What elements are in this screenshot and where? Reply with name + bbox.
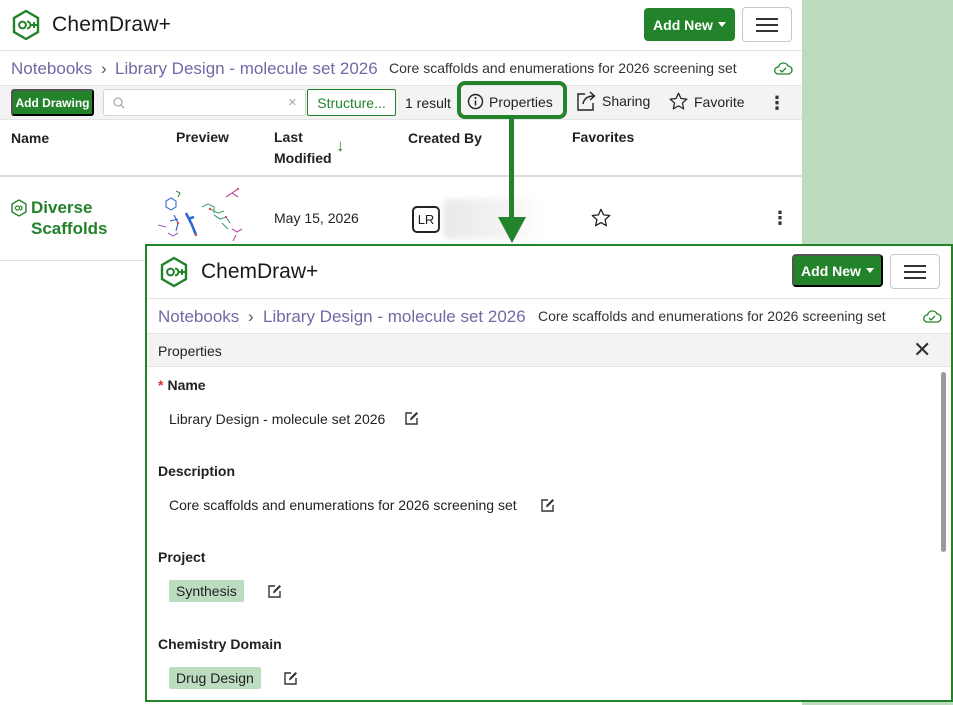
sharing-button[interactable]: Sharing	[575, 90, 650, 112]
required-marker: *	[158, 377, 164, 393]
drawing-name-line1: Diverse	[31, 198, 93, 217]
chevron-down-icon	[865, 268, 874, 273]
top-navbar: ChemDraw+ Add New	[0, 0, 802, 50]
cloud-check-icon	[774, 62, 793, 75]
row-kebab-icon[interactable]: ⋮	[771, 209, 789, 227]
column-header-last-modified-line2[interactable]: Modified	[274, 148, 332, 168]
drawing-name-line2: Scaffolds	[31, 219, 108, 238]
avatar: LR	[412, 206, 440, 233]
chemdraw-logo-icon[interactable]	[10, 9, 42, 41]
chemistry-domain-tag: Drug Design	[169, 667, 261, 689]
sharing-label: Sharing	[602, 93, 651, 109]
menu-line	[904, 277, 926, 279]
description-field-label: Description	[158, 463, 236, 479]
favorite-button[interactable]: Favorite	[668, 91, 745, 112]
add-new-label: Add New	[801, 262, 861, 279]
edit-name-icon[interactable]	[404, 411, 419, 426]
breadcrumb-notebooks-link[interactable]: Notebooks	[158, 307, 239, 327]
breadcrumb-current-notebook[interactable]: Library Design - molecule set 2026	[263, 307, 526, 327]
share-icon	[577, 91, 596, 111]
app-name: ChemDraw+	[52, 13, 172, 36]
chevron-down-icon	[717, 22, 726, 27]
top-navbar-zoom: ChemDraw+ Add New	[147, 246, 951, 298]
project-tag: Synthesis	[169, 580, 244, 602]
column-header-last-modified-line1[interactable]: Last	[274, 127, 303, 147]
breadcrumb: Notebooks › Library Design - molecule se…	[0, 50, 802, 85]
project-field-label: Project	[158, 549, 206, 565]
menu-line	[756, 30, 778, 32]
drawing-name-link[interactable]: Diverse Scaffolds	[31, 197, 121, 239]
breadcrumb-current-notebook[interactable]: Library Design - molecule set 2026	[115, 59, 378, 79]
properties-panel-header: Properties ✕	[147, 333, 951, 367]
chemistry-domain-field-label: Chemistry Domain	[158, 636, 282, 652]
menu-line	[756, 24, 778, 26]
breadcrumb-notebooks-link[interactable]: Notebooks	[11, 59, 92, 79]
list-toolbar: Add Drawing × Structure... 1 result Prop…	[0, 85, 802, 120]
molecule-preview-thumbnail[interactable]	[152, 185, 252, 249]
menu-line	[756, 18, 778, 20]
sort-descending-icon[interactable]: ↓	[336, 136, 345, 156]
hamburger-menu-button[interactable]	[742, 7, 792, 42]
close-icon[interactable]: ✕	[913, 339, 931, 361]
star-icon	[669, 92, 688, 110]
edit-project-icon[interactable]	[267, 584, 282, 599]
notebook-description: Core scaffolds and enumerations for 2026…	[389, 60, 737, 76]
kebab-icon[interactable]: ⋮	[768, 94, 786, 112]
result-count: 1 result	[405, 95, 451, 111]
add-new-button[interactable]: Add New	[644, 8, 735, 41]
cloud-check-icon	[923, 310, 942, 323]
callout-arrow-head	[498, 217, 526, 243]
add-drawing-button[interactable]: Add Drawing	[11, 89, 94, 116]
add-new-label: Add New	[653, 16, 713, 33]
notebook-description: Core scaffolds and enumerations for 2026…	[538, 308, 886, 324]
add-new-button[interactable]: Add New	[792, 254, 883, 287]
properties-panel-title: Properties	[158, 343, 222, 359]
name-label-text: Name	[167, 377, 206, 393]
properties-scrollbar[interactable]	[941, 372, 946, 552]
properties-highlight-callout	[457, 81, 567, 119]
description-field-value: Core scaffolds and enumerations for 2026…	[169, 497, 517, 513]
menu-line	[904, 271, 926, 273]
breadcrumb: Notebooks › Library Design - molecule se…	[147, 298, 951, 333]
breadcrumb-separator: ›	[248, 307, 254, 326]
search-input[interactable]: ×	[103, 89, 306, 116]
menu-line	[904, 265, 926, 267]
breadcrumb-separator: ›	[101, 59, 107, 78]
properties-panel-zoom: ChemDraw+ Add New Notebooks › Library De…	[145, 244, 953, 702]
favorite-star-icon[interactable]	[590, 207, 612, 229]
edit-chemistry-domain-icon[interactable]	[283, 671, 298, 686]
drawing-icon	[11, 199, 27, 217]
structure-search-button[interactable]: Structure...	[307, 89, 396, 116]
favorite-label: Favorite	[694, 93, 745, 110]
edit-description-icon[interactable]	[540, 498, 555, 513]
clear-search-icon[interactable]: ×	[288, 94, 297, 111]
table-header: Name Preview Last Modified ↓ Created By …	[0, 120, 802, 177]
column-header-created-by[interactable]: Created By	[408, 128, 482, 148]
app-name: ChemDraw+	[201, 260, 319, 283]
column-header-name[interactable]: Name	[11, 128, 49, 148]
creator-name-redacted	[443, 199, 541, 239]
column-header-favorites[interactable]: Favorites	[572, 127, 634, 147]
last-modified-date: May 15, 2026	[274, 210, 359, 226]
name-field-label: * Name	[158, 377, 206, 393]
column-header-preview: Preview	[176, 129, 229, 145]
hamburger-menu-button[interactable]	[890, 254, 940, 289]
search-icon	[113, 97, 125, 109]
name-field-value: Library Design - molecule set 2026	[169, 411, 386, 427]
callout-arrow-line	[509, 119, 514, 219]
chemdraw-logo-icon[interactable]	[158, 256, 190, 288]
